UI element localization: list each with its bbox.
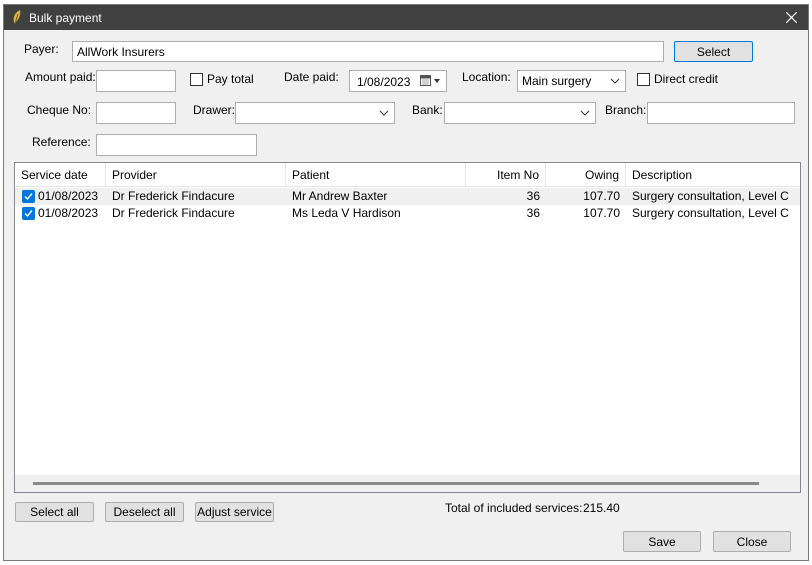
reference-field[interactable] xyxy=(96,134,257,156)
window-close-button[interactable] xyxy=(774,5,808,30)
chevron-down-icon xyxy=(580,110,590,116)
close-icon xyxy=(785,12,797,23)
cell-owing: 107.70 xyxy=(583,206,620,220)
column-header-description[interactable]: Description xyxy=(626,163,800,187)
cell-provider: Dr Frederick Findacure xyxy=(112,189,235,203)
cell-service-date: 01/08/2023 xyxy=(38,206,99,220)
location-select[interactable]: Main surgery xyxy=(517,70,626,92)
adjust-service-button[interactable]: Adjust service xyxy=(195,502,274,522)
cell-service-date: 01/08/2023 xyxy=(38,189,99,203)
amount-paid-field[interactable] xyxy=(96,70,176,92)
column-header-service-date[interactable]: Service date xyxy=(15,163,106,187)
column-header-provider[interactable]: Provider xyxy=(106,163,286,187)
save-button[interactable]: Save xyxy=(623,531,701,552)
pay-total-checkbox[interactable]: Pay total xyxy=(190,72,254,86)
location-value: Main surgery xyxy=(522,74,592,88)
direct-credit-checkbox[interactable]: Direct credit xyxy=(637,72,718,86)
bank-label: Bank: xyxy=(412,103,443,117)
close-button[interactable]: Close xyxy=(713,531,791,552)
cheque-no-field[interactable] xyxy=(96,102,176,124)
cell-patient: Mr Andrew Baxter xyxy=(292,189,388,203)
cell-item-no: 36 xyxy=(526,189,540,203)
column-header-patient[interactable]: Patient xyxy=(286,163,466,187)
cell-provider: Dr Frederick Findacure xyxy=(112,206,235,220)
grid-header: Service date Provider Patient Item No Ow… xyxy=(15,163,800,187)
checkmark-icon xyxy=(24,193,33,201)
scrollbar-thumb[interactable] xyxy=(33,482,759,485)
total-value: 215.40 xyxy=(583,501,620,515)
cell-patient: Ms Leda V Hardison xyxy=(292,206,401,220)
direct-credit-label: Direct credit xyxy=(654,72,719,86)
window-title: Bulk payment xyxy=(29,11,102,25)
chevron-down-icon xyxy=(610,78,620,84)
table-row[interactable]: 01/08/2023 Dr Frederick Findacure Mr And… xyxy=(15,188,800,205)
amount-paid-label: Amount paid: xyxy=(25,70,96,84)
bulk-payment-dialog: Bulk payment Payer: AllWork Insurers Sel… xyxy=(3,4,809,561)
location-label: Location: xyxy=(462,70,511,84)
app-feather-icon xyxy=(13,10,21,25)
drawer-select[interactable] xyxy=(235,102,395,124)
row-include-checkbox[interactable] xyxy=(22,207,35,220)
pay-total-label: Pay total xyxy=(207,72,254,86)
branch-label: Branch: xyxy=(605,103,647,117)
bank-select[interactable] xyxy=(444,102,596,124)
column-header-owing[interactable]: Owing xyxy=(546,163,626,187)
cell-description: Surgery consultation, Level C xyxy=(632,206,789,220)
direct-credit-checkbox-box[interactable] xyxy=(637,72,650,86)
pay-total-checkbox-box[interactable] xyxy=(190,72,203,86)
select-payer-button[interactable]: Select xyxy=(674,41,753,62)
select-all-button[interactable]: Select all xyxy=(15,502,94,522)
payer-field[interactable]: AllWork Insurers xyxy=(72,41,664,62)
date-paid-picker[interactable]: 1/08/2023 xyxy=(349,70,447,92)
drawer-label: Drawer: xyxy=(193,103,236,117)
chevron-down-icon xyxy=(379,110,389,116)
horizontal-scrollbar[interactable] xyxy=(15,475,800,492)
deselect-all-button[interactable]: Deselect all xyxy=(105,502,184,522)
checkmark-icon xyxy=(24,210,33,218)
services-grid[interactable]: Service date Provider Patient Item No Ow… xyxy=(14,162,801,493)
cheque-no-label: Cheque No: xyxy=(27,103,92,117)
table-row[interactable]: 01/08/2023 Dr Frederick Findacure Ms Led… xyxy=(15,205,800,222)
calendar-dropdown-icon[interactable] xyxy=(420,75,442,87)
total-label: Total of included services: xyxy=(445,501,583,515)
reference-label: Reference: xyxy=(32,135,91,149)
cell-description: Surgery consultation, Level C xyxy=(632,189,789,203)
row-include-checkbox[interactable] xyxy=(22,190,35,203)
cell-owing: 107.70 xyxy=(583,189,620,203)
branch-field[interactable] xyxy=(647,102,795,124)
cell-item-no: 36 xyxy=(526,206,540,220)
title-bar: Bulk payment xyxy=(4,5,808,30)
payer-label: Payer: xyxy=(24,42,59,56)
date-paid-label: Date paid: xyxy=(284,70,339,84)
column-header-item-no[interactable]: Item No xyxy=(466,163,546,187)
date-paid-value: 1/08/2023 xyxy=(357,75,411,89)
